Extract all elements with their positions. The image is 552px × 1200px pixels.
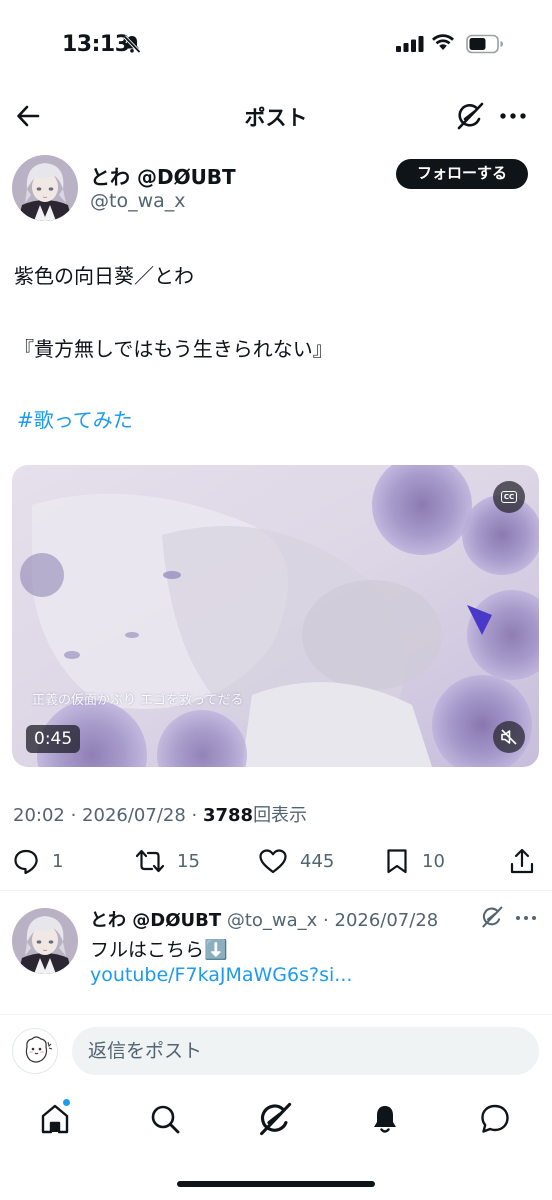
author-name[interactable]: とわ @DØUBT — [90, 161, 236, 190]
post-timestamp: 20:02 · 2026/07/28 · — [13, 805, 203, 826]
view-count: 3788 — [202, 805, 254, 826]
battery-icon — [466, 34, 503, 54]
like-button[interactable]: 445 — [258, 843, 334, 879]
post-actions: 1 15 445 10 — [0, 843, 552, 879]
reply-count: 1 — [52, 850, 64, 872]
reply-input[interactable] — [72, 1027, 539, 1075]
repost-count: 15 — [177, 850, 200, 872]
current-user-avatar[interactable] — [12, 1028, 58, 1074]
mute-button[interactable] — [493, 721, 525, 753]
repost-button[interactable]: 15 — [133, 843, 200, 879]
search-icon[interactable] — [148, 1102, 182, 1136]
view-count-label: 回表示 — [253, 805, 308, 826]
reply-link[interactable]: youtube/F7kaJMaWG6s?si... — [90, 964, 352, 986]
reply-author-avatar[interactable] — [12, 908, 78, 974]
hashtag-link[interactable]: #歌ってみた — [17, 404, 133, 433]
post-text-line-1: 紫色の向日葵／とわ — [14, 264, 194, 288]
author-handle[interactable]: @to_wa_x — [90, 190, 186, 212]
grok-icon[interactable] — [258, 1102, 292, 1136]
reply-text: フルはこちら⬇️ — [90, 939, 228, 961]
post-text-line-2: 『貴方無しではもう生きられない』 — [14, 337, 333, 361]
top-navigation-bar: ポスト — [0, 90, 552, 142]
divider — [0, 890, 552, 891]
signal-icon — [396, 36, 424, 52]
status-bar: 13:13 — [0, 0, 552, 90]
video-duration: 0:45 — [26, 725, 81, 753]
video-player[interactable]: CC 正義の仮面かぶり エゴを救ってだる 0:45 — [12, 465, 539, 767]
like-count: 445 — [300, 850, 335, 872]
grok-icon[interactable] — [456, 102, 484, 130]
author-avatar[interactable] — [12, 155, 78, 221]
notifications-icon[interactable] — [368, 1102, 402, 1136]
follow-button[interactable]: フォローする — [396, 159, 528, 189]
reply-header: とわ @DØUBT @to_wa_x · 2026/07/28 — [90, 906, 438, 932]
notification-dot — [62, 1098, 71, 1107]
share-icon — [510, 848, 534, 874]
home-indicator — [177, 1181, 375, 1187]
wifi-icon — [432, 34, 454, 50]
post-meta: 20:02 · 2026/07/28 · 3788回表示 — [13, 801, 307, 827]
messages-icon[interactable] — [478, 1102, 512, 1136]
home-icon[interactable] — [38, 1102, 72, 1136]
reply-icon — [14, 849, 38, 875]
heart-icon — [259, 849, 287, 874]
divider — [0, 1014, 552, 1015]
bell-off-icon — [123, 35, 141, 54]
grok-icon[interactable] — [481, 906, 503, 928]
repost-icon — [135, 849, 165, 873]
reply-author-name[interactable]: とわ @DØUBT — [90, 910, 221, 931]
captions-icon: CC — [500, 491, 518, 503]
more-options-icon[interactable] — [515, 915, 537, 921]
video-caption: 正義の仮面かぶり エゴを救ってだる — [32, 693, 244, 708]
speaker-muted-icon — [501, 729, 517, 745]
bottom-tab-bar — [0, 1098, 552, 1144]
bookmark-button[interactable]: 10 — [384, 843, 445, 879]
bookmark-count: 10 — [422, 850, 445, 872]
more-options-icon[interactable] — [498, 102, 528, 130]
reply-handle-date: @to_wa_x · 2026/07/28 — [221, 910, 439, 931]
reply-button[interactable]: 1 — [12, 843, 63, 879]
bookmark-icon — [387, 849, 407, 874]
share-button[interactable] — [508, 843, 536, 879]
status-time: 13:13 — [62, 32, 130, 57]
video-thumbnail — [12, 465, 539, 767]
captions-button[interactable]: CC — [493, 481, 525, 513]
